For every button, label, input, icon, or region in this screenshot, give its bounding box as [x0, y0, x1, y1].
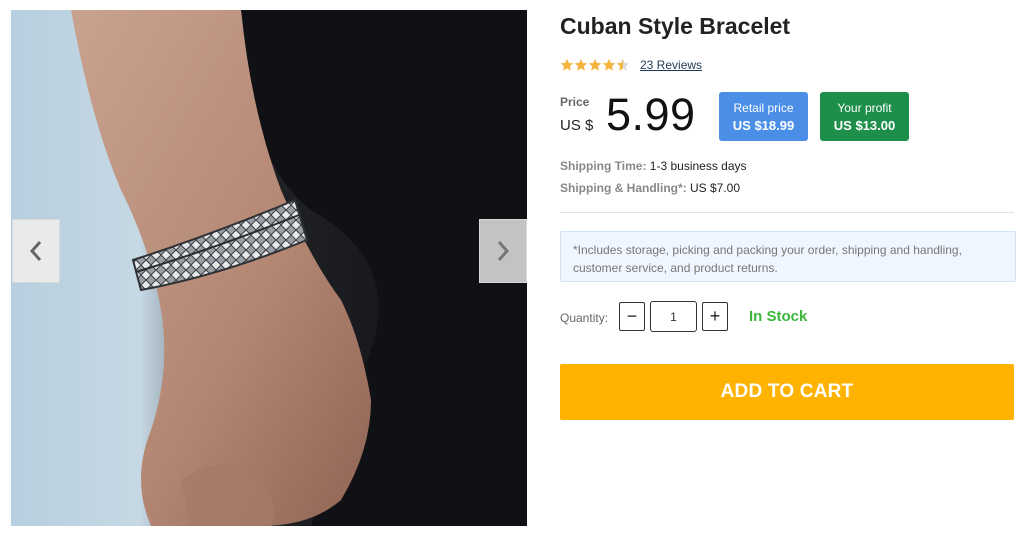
star-icon [602, 58, 616, 71]
profit-value: US $13.00 [833, 117, 896, 133]
profit-badge: Your profit US $13.00 [820, 92, 909, 141]
price-label: Price [560, 95, 590, 109]
shipping-handling-label: Shipping & Handling*: [560, 181, 687, 195]
quantity-label: Quantity: [560, 311, 609, 325]
retail-price-badge: Retail price US $18.99 [719, 92, 808, 141]
shipping-handling-value: US $7.00 [690, 181, 741, 195]
shipping-note: *Includes storage, picking and packing y… [560, 231, 1016, 282]
gallery-prev-button[interactable] [12, 219, 60, 283]
shipping-time: Shipping Time: 1-3 business days [560, 159, 747, 173]
product-image-gallery [11, 10, 527, 526]
star-icon [588, 58, 602, 71]
profit-label: Your profit [837, 100, 892, 115]
price-currency: US $ [560, 117, 594, 134]
price-value: 5.99 [606, 89, 696, 140]
chevron-left-icon [29, 241, 42, 261]
star-icon [574, 58, 588, 71]
product-title: Cuban Style Bracelet [560, 13, 791, 39]
reviews-link[interactable]: 23 Reviews [640, 58, 702, 72]
star-icon [560, 58, 574, 71]
quantity-input[interactable] [650, 301, 697, 332]
quantity-decrease-button[interactable]: − [619, 302, 645, 331]
shipping-time-value: 1-3 business days [649, 159, 747, 173]
star-icon [616, 58, 630, 71]
product-photo [11, 10, 527, 526]
retail-price-value: US $18.99 [732, 117, 795, 133]
add-to-cart-button[interactable]: ADD TO CART [560, 364, 1014, 420]
shipping-time-label: Shipping Time: [560, 159, 647, 173]
quantity-increase-button[interactable]: + [702, 302, 728, 331]
gallery-next-button[interactable] [479, 219, 527, 283]
stock-status: In Stock [749, 308, 808, 325]
shipping-handling: Shipping & Handling*: US $7.00 [560, 181, 740, 195]
product-rating: 23 Reviews [560, 58, 702, 72]
star-rating [560, 58, 630, 72]
retail-price-label: Retail price [733, 100, 794, 115]
divider [560, 212, 1014, 213]
chevron-right-icon [497, 241, 510, 261]
